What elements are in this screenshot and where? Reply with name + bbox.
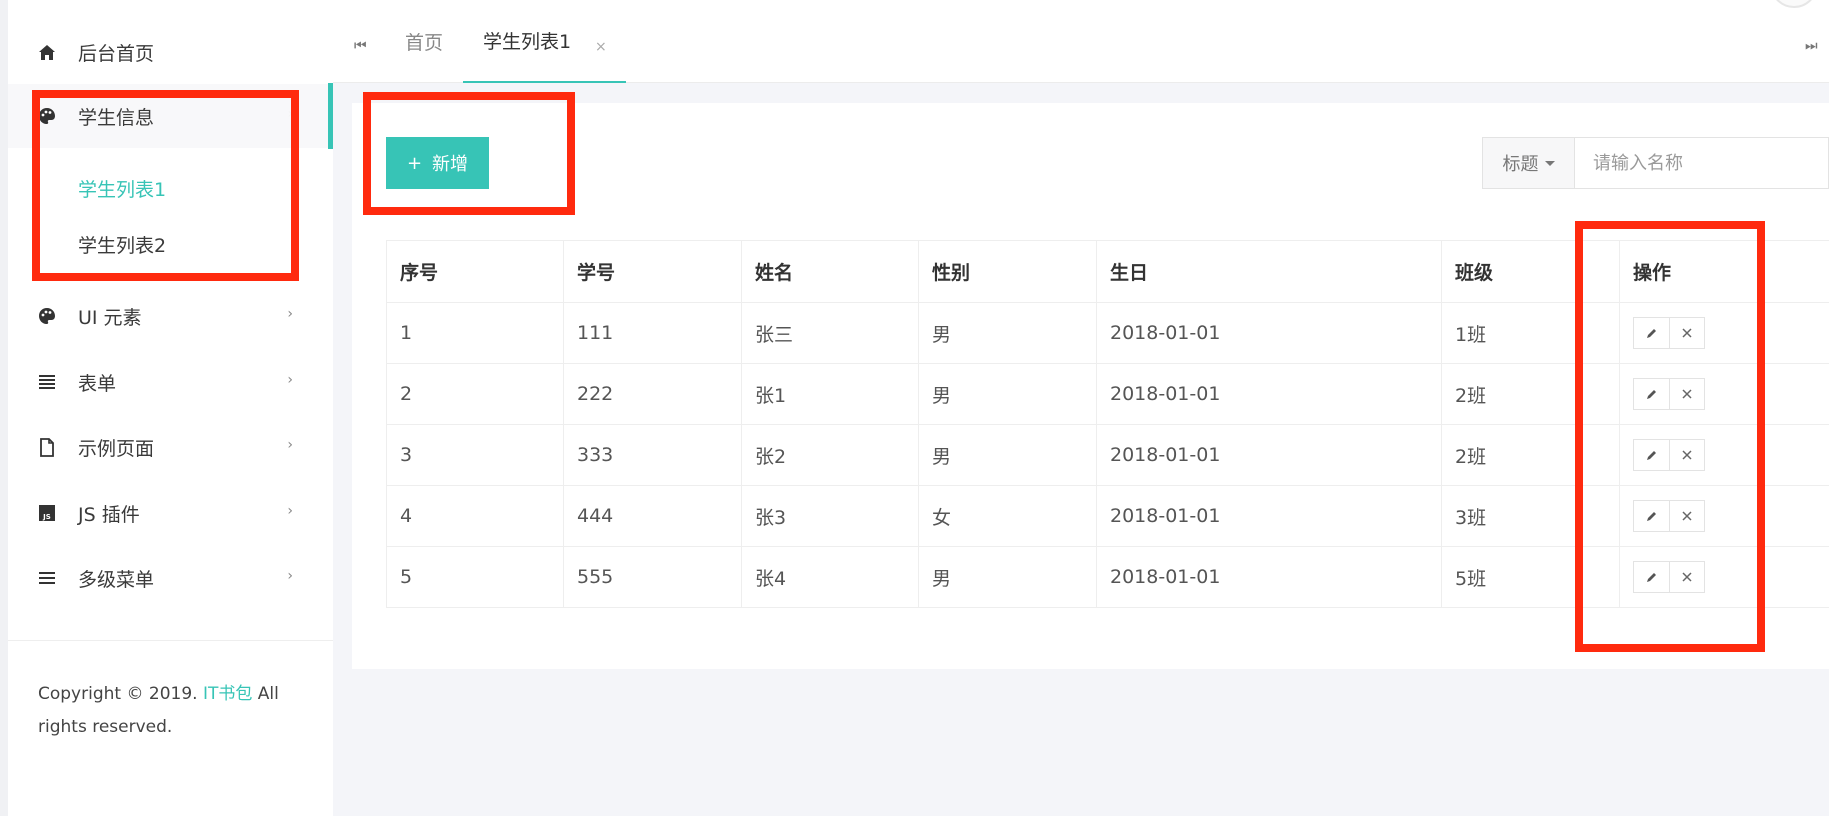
search-field-label: 标题	[1502, 154, 1539, 175]
sidebar-active-indicator	[328, 83, 333, 149]
copyright-brand-link[interactable]: IT书包	[203, 684, 252, 704]
palette-icon	[36, 305, 58, 327]
table-cell: 333	[563, 424, 742, 486]
caret-down-icon	[1544, 160, 1555, 166]
sidebar-edge	[0, 0, 8, 816]
table-cell: 2018-01-01	[1096, 424, 1442, 486]
search-input[interactable]	[1575, 138, 1828, 188]
svg-text:JS: JS	[42, 513, 51, 521]
table-cell: 555	[563, 546, 742, 608]
sidebar-item-label: JS 插件	[78, 503, 140, 526]
file-icon	[36, 436, 58, 458]
sidebar-item-forms[interactable]: 表单 ›	[8, 350, 333, 414]
highlight-box-actions	[1575, 221, 1765, 652]
chevron-right-icon: ›	[287, 568, 293, 584]
table-cell: 222	[563, 363, 742, 425]
table-cell: 张1	[741, 363, 919, 425]
sidebar-item-label: 多级菜单	[78, 568, 155, 591]
table-cell: 2018-01-01	[1096, 363, 1442, 425]
chevron-right-icon: ›	[287, 372, 293, 388]
table-cell: 张三	[741, 302, 919, 364]
column-header: 生日	[1096, 240, 1442, 303]
highlight-box-add-button	[363, 92, 575, 215]
table-cell: 4	[386, 485, 564, 547]
table-cell: 3	[386, 424, 564, 486]
chevron-right-icon: ›	[287, 437, 293, 453]
tab-home[interactable]: 首页	[405, 0, 443, 83]
table-cell: 5	[386, 546, 564, 608]
close-icon[interactable]: ×	[595, 40, 607, 54]
table-cell: 张3	[741, 485, 919, 547]
home-icon	[36, 41, 58, 63]
table-cell: 2	[386, 363, 564, 425]
sidebar-item-ui-elements[interactable]: UI 元素 ›	[8, 284, 333, 348]
table-cell: 男	[918, 302, 1097, 364]
table-cell: 2018-01-01	[1096, 302, 1442, 364]
column-header: 姓名	[741, 240, 919, 303]
table-cell: 张2	[741, 424, 919, 486]
table-cell: 男	[918, 424, 1097, 486]
scroll-right-icon[interactable]: ⏭	[1805, 38, 1818, 54]
table-cell: 女	[918, 485, 1097, 547]
table-cell: 2018-01-01	[1096, 546, 1442, 608]
tab-bar: ⏮ 首页 学生列表1 × ⏭	[333, 0, 1829, 83]
sidebar-item-label: UI 元素	[78, 306, 142, 329]
copyright-prefix: Copyright © 2019.	[38, 684, 198, 704]
chevron-right-icon: ›	[287, 306, 293, 322]
sidebar-item-multilevel-menu[interactable]: 多级菜单 ›	[8, 546, 333, 610]
table-cell: 男	[918, 546, 1097, 608]
tab-label: 首页	[405, 32, 444, 54]
column-header: 序号	[386, 240, 564, 303]
highlight-box-sidebar	[32, 90, 299, 281]
table-cell: 张4	[741, 546, 919, 608]
list-icon	[36, 371, 58, 393]
copyright: Copyright © 2019. IT书包 All rights reserv…	[38, 678, 298, 744]
sidebar-item-label: 表单	[78, 372, 117, 395]
search-group: 标题	[1482, 137, 1829, 189]
sidebar-item-home[interactable]: 后台首页	[8, 20, 333, 84]
bars-icon	[36, 567, 58, 589]
column-header: 性别	[918, 240, 1097, 303]
table-cell: 444	[563, 485, 742, 547]
sidebar-item-sample-pages[interactable]: 示例页面 ›	[8, 415, 333, 479]
chevron-right-icon: ›	[287, 503, 293, 519]
sidebar-item-js-plugins[interactable]: JS JS 插件 ›	[8, 481, 333, 545]
table-cell: 2018-01-01	[1096, 485, 1442, 547]
table-cell: 1	[386, 302, 564, 364]
tab-label: 学生列表1	[483, 31, 572, 53]
search-field-select[interactable]: 标题	[1483, 138, 1575, 188]
table-cell: 男	[918, 363, 1097, 425]
sidebar-divider	[8, 640, 333, 641]
column-header: 学号	[563, 240, 742, 303]
tab-student-list-1[interactable]: 学生列表1 ×	[463, 0, 626, 83]
js-icon: JS	[36, 502, 58, 524]
scroll-left-icon[interactable]: ⏮	[354, 38, 367, 54]
sidebar-item-label: 后台首页	[78, 42, 155, 65]
table-cell: 111	[563, 302, 742, 364]
sidebar-item-label: 示例页面	[78, 437, 155, 460]
